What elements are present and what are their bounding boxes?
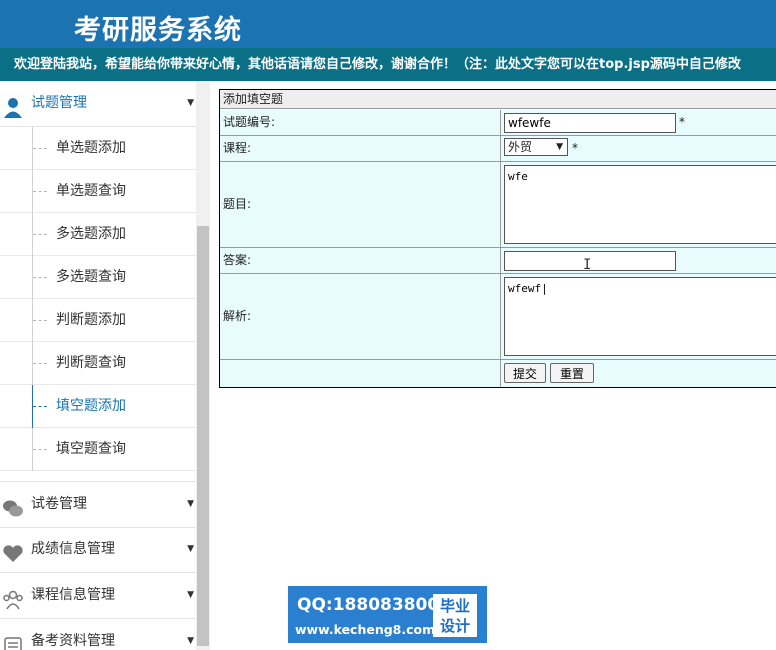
sidebar-item-true-false-add[interactable]: 判断题添加 [0,299,196,342]
reset-button[interactable]: 重置 [550,363,594,383]
sidebar-group-label: 备考资料管理 [31,633,115,649]
chevron-down-icon: ▼ [187,544,194,554]
form-row-analysis: 解析: wfewf| [220,274,776,360]
sidebar-group-exam-paper[interactable]: 试卷管理 ▼ [0,481,196,528]
course-select-value: 外贸 [508,140,533,154]
sidebar-item-label: 判断题查询 [56,355,126,371]
sidebar-item-multi-choice-add[interactable]: 多选题添加 [0,213,196,256]
form-row-actions: 提交 重置 [220,360,776,387]
chevron-down-icon: ▼ [187,98,194,108]
chevron-down-icon: ▼ [187,636,194,646]
sidebar-item-fill-blank-query[interactable]: 填空题查询 [0,428,196,471]
add-question-form: 添加填空题 试题编号: * 课程: 外贸 ▼ * 题目: wfe 答案: 解析: [219,89,776,388]
form-row-id: 试题编号: * [220,110,776,136]
watermark: QQ:188083800 www.kecheng8.com 毕业 设计 [288,586,487,643]
people-icon [2,585,24,610]
sidebar-item-label: 多选题查询 [56,269,126,285]
question-id-input[interactable] [504,113,676,133]
watermark-url: www.kecheng8.com [295,622,436,637]
sidebar-item-label: 单选题添加 [56,140,126,156]
sidebar-item-label: 判断题添加 [56,312,126,328]
sidebar-item-label: 单选题查询 [56,183,126,199]
sidebar-scrollbar-thumb[interactable] [197,226,209,646]
chevron-down-icon: ▼ [187,590,194,600]
question-textarea[interactable]: wfe [504,165,776,244]
sidebar-group-study-materials[interactable]: 备考资料管理 ▼ [0,619,196,650]
user-icon [2,93,24,118]
submit-button[interactable]: 提交 [504,363,546,383]
course-select[interactable]: 外贸 ▼ [504,138,568,156]
field-label: 解析: [220,274,501,359]
sidebar-item-label: 多选题添加 [56,226,126,242]
sidebar-item-single-choice-add[interactable]: 单选题添加 [0,127,196,170]
sidebar-item-true-false-query[interactable]: 判断题查询 [0,342,196,385]
sidebar-item-fill-blank-add[interactable]: 填空题添加 [0,385,196,428]
watermark-badge: 毕业 设计 [433,594,477,637]
sidebar-group-label: 成绩信息管理 [31,541,115,557]
field-label: 答案: [220,248,501,273]
required-mark: * [679,115,685,129]
header-bar: 考研服务系统 [0,0,776,48]
sidebar-group-score-info[interactable]: 成绩信息管理 ▼ [0,527,196,573]
sidebar-group-label: 课程信息管理 [31,587,115,603]
field-label: 课程: [220,136,501,161]
notes-icon [2,631,24,650]
analysis-textarea[interactable]: wfewf| [504,277,776,356]
app-title: 考研服务系统 [74,15,242,46]
heart-icon [2,539,24,562]
field-label: 试题编号: [220,110,501,135]
sidebar-item-label: 填空题查询 [56,441,126,457]
required-mark: * [572,141,578,155]
sidebar-group-course-info[interactable]: 课程信息管理 ▼ [0,573,196,619]
text-cursor-icon: I [583,257,592,273]
chat-icon [2,494,24,517]
form-row-answer: 答案: [220,248,776,274]
field-label: 题目: [220,162,501,247]
notice-bar: 欢迎登陆我站，希望能给你带来好心情，其他话语请您自己修改，谢谢合作！（注：此处文… [0,48,776,81]
sidebar-item-single-choice-query[interactable]: 单选题查询 [0,170,196,213]
form-title: 添加填空题 [220,90,776,109]
chevron-down-icon: ▼ [187,499,194,509]
sidebar-group-label: 试卷管理 [31,496,87,512]
sidebar-group-label: 试题管理 [31,95,87,111]
form-row-question: 题目: wfe [220,162,776,248]
sidebar-item-multi-choice-query[interactable]: 多选题查询 [0,256,196,299]
sidebar-group-question-management[interactable]: 试题管理 ▼ [0,81,196,127]
form-row-course: 课程: 外贸 ▼ * [220,136,776,162]
sidebar-item-label: 填空题添加 [56,398,126,414]
sidebar: 试题管理 ▼ 单选题添加 单选题查询 多选题添加 多选题查询 判断题添加 判断题… [0,81,210,650]
chevron-down-icon: ▼ [556,142,563,152]
watermark-qq: QQ:188083800 [297,595,440,615]
